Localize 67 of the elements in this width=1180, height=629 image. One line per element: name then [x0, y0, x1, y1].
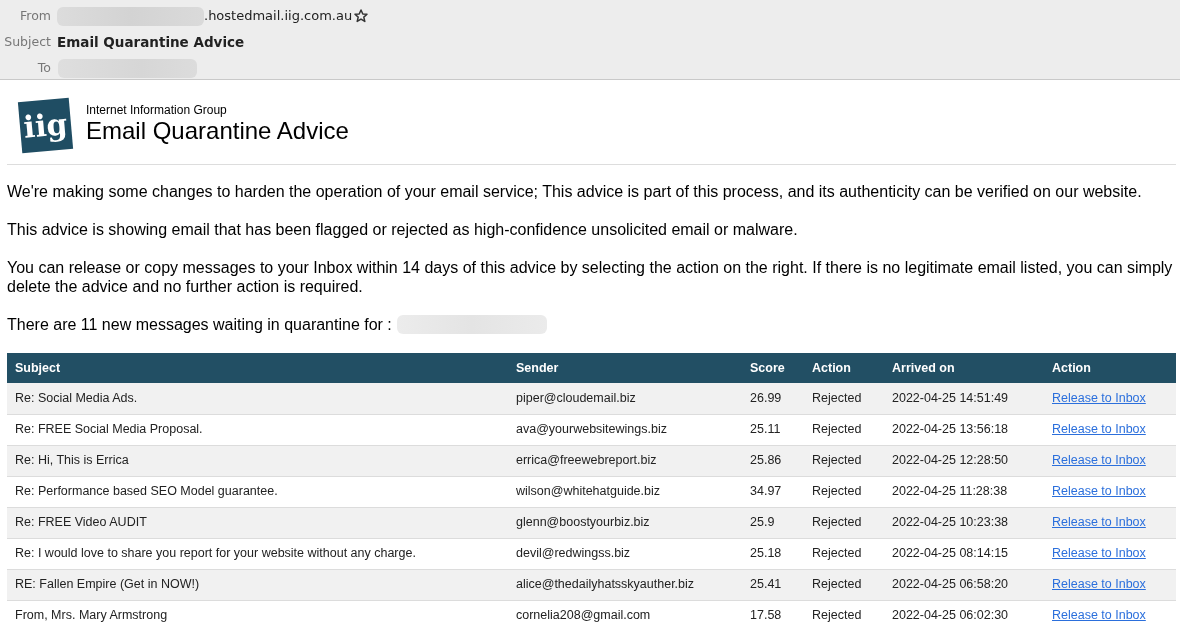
column-header: Action — [1044, 353, 1176, 383]
release-link[interactable]: Release to Inbox — [1052, 577, 1146, 592]
table-cell: 2022-04-25 13:56:18 — [884, 414, 1044, 445]
table-cell: Re: FREE Video AUDIT — [7, 507, 508, 538]
table-cell: 2022-04-25 08:14:15 — [884, 538, 1044, 569]
table-cell: 34.97 — [742, 476, 804, 507]
table-cell: 25.86 — [742, 445, 804, 476]
table-cell: Rejected — [804, 414, 884, 445]
sender-address: .hostedmail.iig.com.au — [204, 7, 353, 26]
table-cell: Rejected — [804, 600, 884, 629]
table-cell: 26.99 — [742, 383, 804, 414]
table-cell: From, Mrs. Mary Armstrong — [7, 600, 508, 629]
column-header: Subject — [7, 353, 508, 383]
table-cell: Re: Social Media Ads. — [7, 383, 508, 414]
table-cell: cornelia208@gmail.com — [508, 600, 742, 629]
table-cell: Rejected — [804, 383, 884, 414]
table-cell: 25.41 — [742, 569, 804, 600]
table-cell: 2022-04-25 10:23:38 — [884, 507, 1044, 538]
table-cell: 2022-04-25 06:58:20 — [884, 569, 1044, 600]
release-link[interactable]: Release to Inbox — [1052, 546, 1146, 561]
table-cell: Re: FREE Social Media Proposal. — [7, 414, 508, 445]
star-icon[interactable] — [354, 9, 369, 23]
logo: iig — [17, 97, 74, 154]
table-cell: 2022-04-25 11:28:38 — [884, 476, 1044, 507]
table-cell: 2022-04-25 14:51:49 — [884, 383, 1044, 414]
paragraph: We're making some changes to harden the operation of your email service; This advice is part of this process, and its authenticity can be verified on our website. — [7, 182, 1143, 201]
release-link[interactable]: Release to Inbox — [1052, 608, 1146, 623]
field-label: From — [19, 6, 51, 25]
table-cell: glenn@boostyourbiz.biz — [508, 507, 742, 538]
table-cell: Rejected — [804, 445, 884, 476]
page-title: Email Quarantine Advice — [86, 117, 349, 145]
table-cell: devil@redwingss.biz — [508, 538, 742, 569]
release-link[interactable]: Release to Inbox — [1052, 453, 1146, 468]
table-cell: 2022-04-25 12:28:50 — [884, 445, 1044, 476]
column-header: Sender — [508, 353, 742, 383]
table-cell: piper@cloudemail.biz — [508, 383, 742, 414]
table-cell: 17.58 — [742, 600, 804, 629]
table-cell: Rejected — [804, 569, 884, 600]
table-cell: Re: I would love to share you report for your website without any charge. — [7, 538, 508, 569]
table-cell: ava@yourwebsitewings.biz — [508, 414, 742, 445]
column-header: Arrived on — [884, 353, 1044, 383]
table-cell: RE: Fallen Empire (Get in NOW!) — [7, 569, 508, 600]
table-cell: 25.9 — [742, 507, 804, 538]
release-link[interactable]: Release to Inbox — [1052, 422, 1146, 437]
release-link[interactable]: Release to Inbox — [1052, 390, 1146, 405]
table-cell: Rejected — [804, 538, 884, 569]
table-cell: Re: Performance based SEO Model guarantee. — [7, 476, 508, 507]
table-cell: wilson@whitehatguide.biz — [508, 476, 742, 507]
table-cell: errica@freewebreport.biz — [508, 445, 742, 476]
column-header: Action — [804, 353, 884, 383]
subject-text: Email Quarantine Advice — [57, 32, 245, 52]
table-cell: alice@thedailyhatsskyauther.biz — [508, 569, 742, 600]
field-label: Subject — [3, 32, 51, 51]
paragraph: There are 11 new messages waiting in quarantine for : — [7, 315, 392, 334]
table-cell: 2022-04-25 06:02:30 — [884, 600, 1044, 629]
release-link[interactable]: Release to Inbox — [1052, 515, 1146, 530]
column-header: Score — [742, 353, 804, 383]
field-label: To — [36, 58, 51, 77]
table-cell: Rejected — [804, 476, 884, 507]
paragraph: This advice is showing email that has been flagged or rejected as high-confidence unsolicited email or malware. — [7, 220, 799, 239]
paragraph: You can release or copy messages to your Inbox within 14 days of this advice by selecting the action on the right. If there is no legitimate email listed, you can simply delete the advice and no further action is required. — [7, 258, 1174, 296]
release-link[interactable]: Release to Inbox — [1052, 484, 1146, 499]
organization-name: Internet Information Group — [86, 103, 228, 117]
table-cell: 25.18 — [742, 538, 804, 569]
table-cell: 25.11 — [742, 414, 804, 445]
table-cell: Re: Hi, This is Errica — [7, 445, 508, 476]
table-cell: Rejected — [804, 507, 884, 538]
